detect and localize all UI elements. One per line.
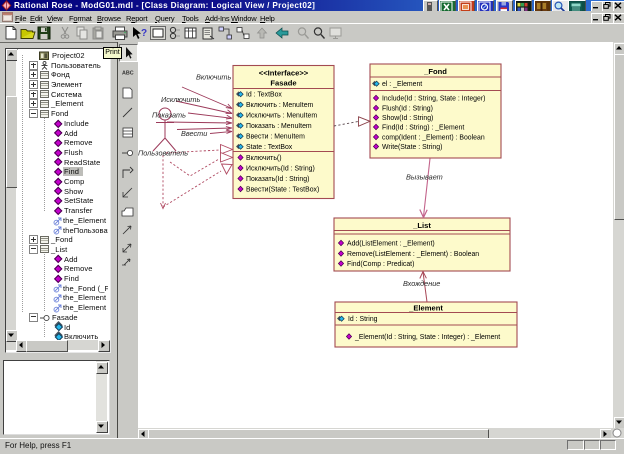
svg-text:Id : String: Id : String [348, 316, 378, 323]
svg-text:Include(Id : String, State : I: Include(Id : String, State : Integer) [382, 96, 485, 103]
svg-text:Ввести(State : TestBox): Ввести(State : TestBox) [246, 187, 319, 194]
svg-text:el : _Element: el : _Element [382, 81, 422, 88]
svg-text:ABC: ABC [122, 71, 134, 77]
svg-text:Find(Comp : Predicat): Find(Comp : Predicat) [347, 261, 414, 268]
svg-text:_Element: _Element [408, 304, 443, 313]
svg-text:_Element(Id : String, State :: _Element(Id : String, State : Integer) :… [354, 334, 500, 341]
svg-text:Ввести: Ввести [181, 129, 207, 138]
svg-text:State : TextBox: State : TextBox [246, 144, 293, 151]
svg-text:Find(Id : String) : _Element: Find(Id : String) : _Element [382, 125, 464, 132]
svg-text:?: ? [141, 28, 147, 39]
svg-text:Исключить: Исключить [161, 95, 201, 104]
svg-text:_List: _List [412, 221, 431, 230]
svg-text:Включить : MenuItem: Включить : MenuItem [246, 102, 314, 109]
svg-text:Flush(Id : String): Flush(Id : String) [382, 106, 433, 113]
svg-text:Включить: Включить [196, 73, 231, 82]
svg-text:Write(State : String): Write(State : String) [382, 144, 442, 151]
svg-text:Пользователь: Пользователь [138, 149, 188, 158]
svg-text:comp(Ident : _Element) : Boole: comp(Ident : _Element) : Boolean [382, 135, 485, 142]
svg-text:Включить(): Включить() [246, 155, 282, 162]
svg-text:Исключить(Id : String): Исключить(Id : String) [246, 166, 315, 173]
svg-text:Вызывает: Вызывает [406, 173, 443, 182]
svg-text:_Fond: _Fond [423, 67, 447, 76]
svg-text:Вхождение: Вхождение [403, 279, 440, 288]
svg-text:Remove(ListElement : _Element): Remove(ListElement : _Element) : Boolean [347, 251, 479, 258]
svg-text:Показать(Id : String): Показать(Id : String) [246, 176, 309, 183]
svg-text:Показать: Показать [152, 111, 186, 120]
svg-text:Add(ListElement : _Element): Add(ListElement : _Element) [347, 241, 435, 248]
svg-text:Fasade: Fasade [270, 79, 296, 88]
svg-text:Показать : MenuItem: Показать : MenuItem [246, 123, 312, 130]
svg-text:Исключить : MenuItem: Исключить : MenuItem [246, 113, 317, 120]
svg-text:Ввести : MenuItem: Ввести : MenuItem [246, 134, 305, 141]
svg-text:<<Interface>>: <<Interface>> [259, 69, 309, 78]
svg-text:Show(Id : String): Show(Id : String) [382, 115, 433, 122]
svg-text:Id : TextBox: Id : TextBox [246, 92, 282, 99]
